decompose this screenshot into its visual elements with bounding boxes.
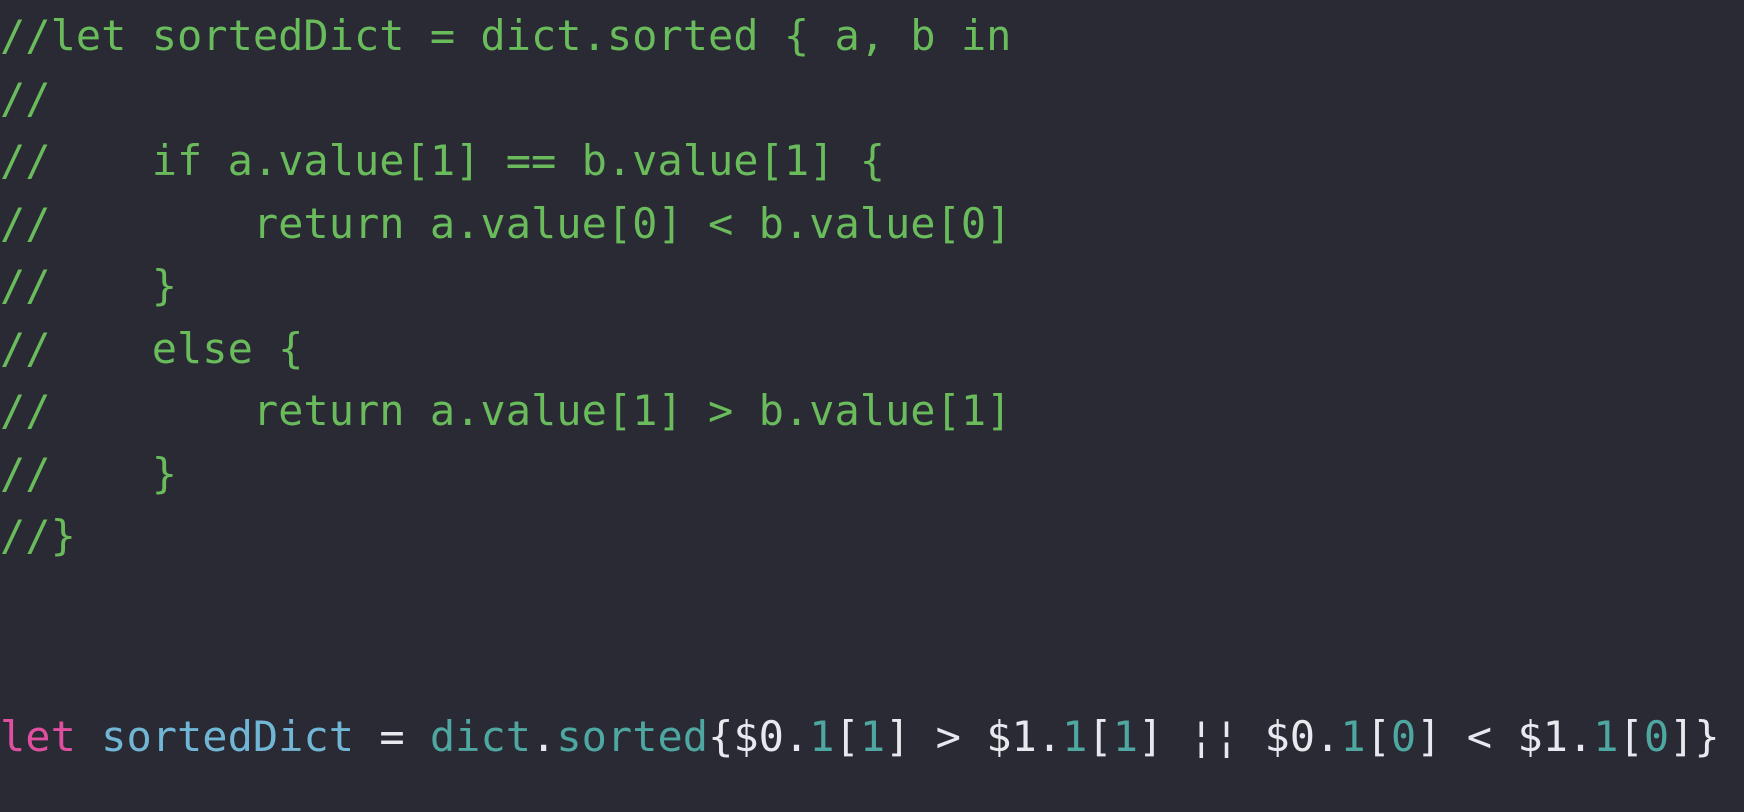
- token-or: ] ¦¦ $0.: [1138, 712, 1341, 761]
- token-greater: ] > $1.: [885, 712, 1063, 761]
- member-index: 1: [1593, 712, 1619, 761]
- token-closure-open: {$0.: [708, 712, 810, 761]
- member-index: 1: [809, 712, 835, 761]
- code-line-2: //: [0, 74, 51, 123]
- identifier-sorted-dict: sortedDict: [101, 712, 355, 761]
- code-line-1: //let sortedDict = dict.sorted { a, b in: [0, 11, 1012, 60]
- code-line-3: // if a.value[1] == b.value[1] {: [0, 136, 886, 185]
- number-literal: 0: [1390, 712, 1417, 761]
- number-literal: 1: [1112, 712, 1139, 761]
- number-literal: 0: [1643, 712, 1670, 761]
- operator-assign: =: [354, 712, 430, 761]
- code-line-5: // }: [0, 261, 178, 310]
- token-bracket: [: [1618, 712, 1644, 761]
- identifier-dict: dict: [429, 712, 532, 761]
- token-closure-close: ]}: [1669, 712, 1720, 761]
- code-editor[interactable]: //let sortedDict = dict.sorted { a, b in…: [0, 0, 1744, 812]
- code-line-6: // else {: [0, 324, 304, 373]
- number-literal: 1: [859, 712, 886, 761]
- token-bracket: [: [1365, 712, 1391, 761]
- token-bracket: [: [1087, 712, 1113, 761]
- code-line-9: //}: [0, 511, 76, 560]
- member-index: 1: [1340, 712, 1366, 761]
- keyword-let: let: [0, 712, 76, 761]
- code-line-7: // return a.value[1] > b.value[1]: [0, 386, 1012, 435]
- method-sorted: sorted: [556, 712, 709, 761]
- code-line-sorted-dict: let sortedDict = dict.sorted{$0.1[1] > $…: [0, 702, 1720, 772]
- code-line-8: // }: [0, 449, 178, 498]
- code-line-4: // return a.value[0] < b.value[0]: [0, 199, 1012, 248]
- token-bracket: [: [834, 712, 860, 761]
- member-index: 1: [1062, 712, 1088, 761]
- token-less: ] < $1.: [1416, 712, 1594, 761]
- token-dot: .: [531, 712, 557, 761]
